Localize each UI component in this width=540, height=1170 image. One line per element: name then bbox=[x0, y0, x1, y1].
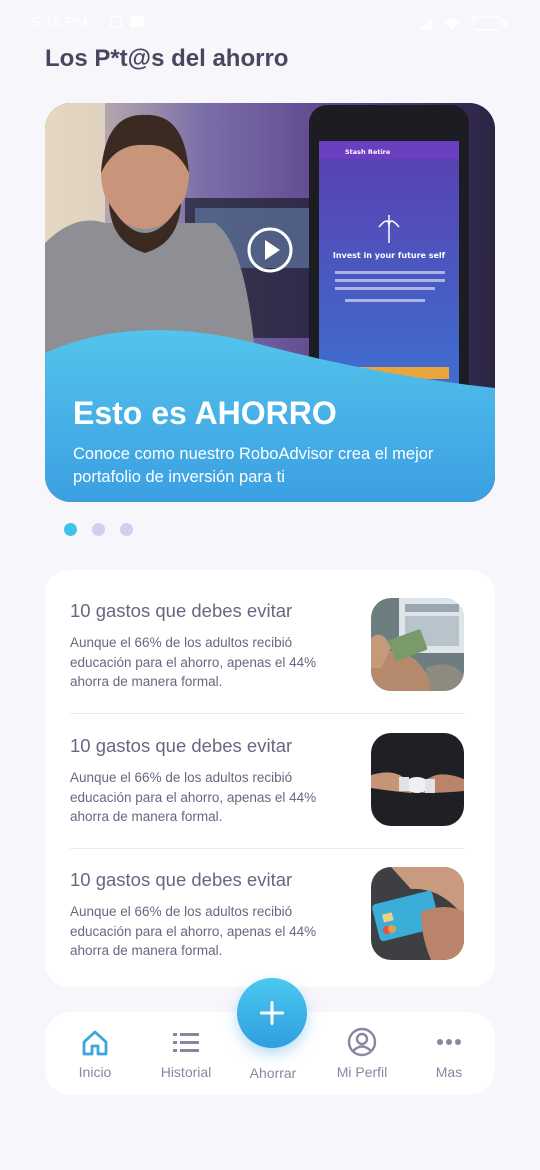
article-item-2[interactable]: 10 gastos que debes evitar Aunque el 66%… bbox=[70, 731, 470, 865]
status-bar: 5:15 PM bbox=[0, 0, 540, 48]
article-title: 10 gastos que debes evitar bbox=[70, 869, 293, 890]
hero-title: Esto es AHORRO bbox=[73, 395, 337, 431]
article-description: Aunque el 66% de los adultos recibió edu… bbox=[70, 904, 317, 958]
nav-label-historial: Historial bbox=[160, 1064, 212, 1080]
article-item-1[interactable]: 10 gastos que debes evitar Aunque el 66%… bbox=[70, 596, 470, 730]
articles-card: 10 gastos que debes evitar Aunque el 66%… bbox=[45, 570, 495, 987]
article-description: Aunque el 66% de los adultos recibió edu… bbox=[70, 635, 317, 689]
article-title: 10 gastos que debes evitar bbox=[70, 735, 293, 756]
nav-item-mi-perfil[interactable]: Mi Perfil bbox=[322, 1026, 402, 1086]
divider bbox=[70, 848, 465, 849]
plus-icon bbox=[260, 1001, 284, 1025]
article-title: 10 gastos que debes evitar bbox=[70, 600, 293, 621]
nav-item-mas[interactable]: Mas bbox=[409, 1026, 489, 1086]
article-thumbnail-handshake bbox=[371, 733, 464, 826]
carousel-dot-2[interactable] bbox=[92, 523, 105, 536]
home-icon bbox=[82, 1030, 108, 1056]
nav-label-inicio: Inicio bbox=[78, 1064, 112, 1080]
carousel-dot-1[interactable] bbox=[64, 523, 77, 536]
article-thumbnail-credit-card bbox=[371, 867, 464, 960]
article-description: Aunque el 66% de los adultos recibió edu… bbox=[70, 770, 317, 824]
ahorrar-button[interactable] bbox=[237, 978, 307, 1048]
signal-wifi-battery-icons bbox=[418, 16, 507, 31]
nav-label-ahorrar: Ahorrar bbox=[249, 1065, 297, 1081]
nav-label-mi-perfil: Mi Perfil bbox=[336, 1064, 388, 1080]
nav-item-inicio[interactable]: Inicio bbox=[55, 1026, 135, 1086]
more-icon bbox=[437, 1039, 461, 1045]
hero-subtitle: Conoce como nuestro RoboAdvisor crea el … bbox=[73, 445, 434, 486]
notification-icons bbox=[109, 15, 144, 29]
page-title: Los P*t@s del ahorro bbox=[45, 45, 289, 72]
nav-item-historial[interactable]: Historial bbox=[146, 1026, 226, 1086]
hero-video-card[interactable]: Stash Retire Invest in your future self … bbox=[45, 103, 495, 502]
divider bbox=[70, 713, 465, 714]
article-thumbnail-laptop-money bbox=[371, 598, 464, 691]
status-time: 5:15 PM bbox=[32, 14, 88, 31]
profile-icon bbox=[347, 1027, 377, 1057]
nav-label-mas: Mas bbox=[435, 1064, 463, 1080]
carousel-dot-3[interactable] bbox=[120, 523, 133, 536]
list-icon bbox=[173, 1033, 199, 1052]
